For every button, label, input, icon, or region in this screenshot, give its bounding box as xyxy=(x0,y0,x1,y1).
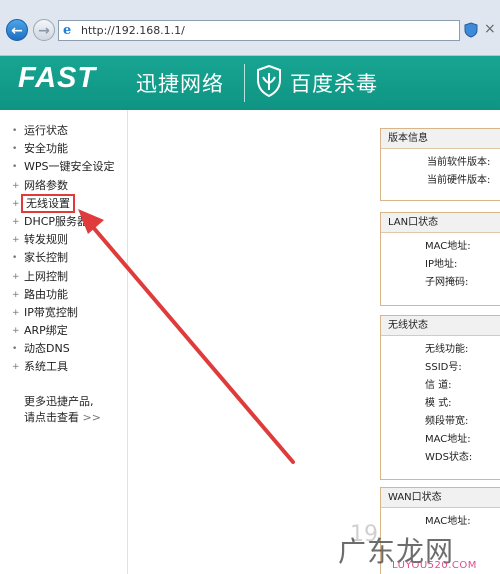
baidu-antivirus-icon[interactable] xyxy=(256,65,282,97)
more-products-link[interactable]: 更多迅捷产品, 请点击查看 >> xyxy=(24,394,101,426)
panel-title: LAN口状态 xyxy=(381,213,500,233)
sidebar-item-wireless[interactable]: + 无线设置 xyxy=(10,193,115,213)
bullet-icon: • xyxy=(12,344,18,355)
lan-ip-label: IP地址: xyxy=(425,259,458,270)
sidebar-item-wps[interactable]: • WPS一键安全设定 xyxy=(10,158,115,176)
plus-icon: + xyxy=(12,362,20,373)
ie-icon: e xyxy=(63,23,72,38)
mode-label: 模 式: xyxy=(425,398,452,409)
sidebar-item-ddns[interactable]: • 动态DNS xyxy=(10,340,115,358)
sidebar-item-security[interactable]: • 安全功能 xyxy=(10,140,115,158)
antivirus-label[interactable]: 百度杀毒 xyxy=(290,68,378,98)
channel-label: 信 道: xyxy=(425,380,452,391)
version-panel: 版本信息 当前软件版本: 当前硬件版本: xyxy=(380,128,500,201)
panel-title: WAN口状态 xyxy=(381,488,500,508)
sidebar-menu: • 运行状态 • 安全功能 • WPS一键安全设定 + 网络参数 + 无线设置 + DHCP… xyxy=(10,122,115,377)
hardware-version-label: 当前硬件版本: xyxy=(427,175,491,186)
sidebar-item-bandwidth[interactable]: + IP带宽控制 xyxy=(10,304,115,322)
bullet-icon: • xyxy=(12,144,18,155)
bullet-icon: • xyxy=(12,253,18,264)
sidebar-item-parental[interactable]: • 家长控制 xyxy=(10,249,115,267)
wireless-mac-label: MAC地址: xyxy=(425,434,471,445)
sidebar-item-arp[interactable]: + ARP绑定 xyxy=(10,322,115,340)
panel-title: 版本信息 xyxy=(381,129,500,149)
header-divider xyxy=(244,64,245,102)
more-products-line2: 请点击查看 >> xyxy=(24,411,101,424)
address-bar[interactable]: e http://192.168.1.1/ xyxy=(58,20,460,41)
close-icon[interactable]: × xyxy=(484,21,496,37)
sidebar: • 运行状态 • 安全功能 • WPS一键安全设定 + 网络参数 + 无线设置 + DHCP… xyxy=(0,110,128,574)
sidebar-item-status[interactable]: • 运行状态 xyxy=(10,122,115,140)
double-chevron-icon: >> xyxy=(82,411,101,424)
wds-label: WDS状态: xyxy=(425,452,473,463)
software-version-label: 当前软件版本: xyxy=(427,157,491,168)
sidebar-item-routing[interactable]: + 路由功能 xyxy=(10,286,115,304)
panel-title: 无线状态 xyxy=(381,316,500,336)
ssid-label: SSID号: xyxy=(425,362,462,373)
browser-toolbar: ← → e http://192.168.1.1/ × xyxy=(0,0,500,56)
sidebar-item-dhcp[interactable]: + DHCP服务器 xyxy=(10,213,115,231)
wan-mac-label: MAC地址: xyxy=(425,516,471,527)
wireless-status-panel: 无线状态 无线功能: SSID号: 信 道: 模 式: 频段带宽: MAC地址:… xyxy=(380,315,500,480)
more-products-line1: 更多迅捷产品, xyxy=(24,395,94,408)
sidebar-item-network[interactable]: + 网络参数 xyxy=(10,177,115,195)
watermark-url: LUYOU520.COM xyxy=(392,560,477,571)
plus-icon: + xyxy=(12,180,20,191)
bandwidth-label: 频段带宽: xyxy=(425,416,469,427)
forward-button[interactable]: → xyxy=(33,19,55,41)
plus-icon: + xyxy=(12,289,20,300)
plus-icon: + xyxy=(12,216,20,227)
lan-mac-label: MAC地址: xyxy=(425,241,471,252)
shield-icon[interactable] xyxy=(464,22,478,38)
sidebar-item-system-tools[interactable]: + 系统工具 xyxy=(10,358,115,376)
plus-icon: + xyxy=(12,235,20,246)
address-url: http://192.168.1.1/ xyxy=(81,24,185,37)
sidebar-item-forwarding[interactable]: + 转发规则 xyxy=(10,231,115,249)
sidebar-item-access-control[interactable]: + 上网控制 xyxy=(10,268,115,286)
router-header: FAST 迅捷网络 百度杀毒 xyxy=(0,56,500,110)
plus-icon: + xyxy=(12,271,20,282)
plus-icon: + xyxy=(12,326,20,337)
brand-cn: 迅捷网络 xyxy=(136,72,224,96)
lan-status-panel: LAN口状态 MAC地址: IP地址: 子网掩码: xyxy=(380,212,500,306)
lan-mask-label: 子网掩码: xyxy=(425,277,469,288)
plus-icon: + xyxy=(12,307,20,318)
bullet-icon: • xyxy=(12,162,18,173)
plus-icon: + xyxy=(12,198,20,209)
brand-logo: FAST xyxy=(18,62,97,94)
wireless-func-label: 无线功能: xyxy=(425,344,469,355)
bullet-icon: • xyxy=(12,126,18,136)
back-button[interactable]: ← xyxy=(6,19,28,41)
